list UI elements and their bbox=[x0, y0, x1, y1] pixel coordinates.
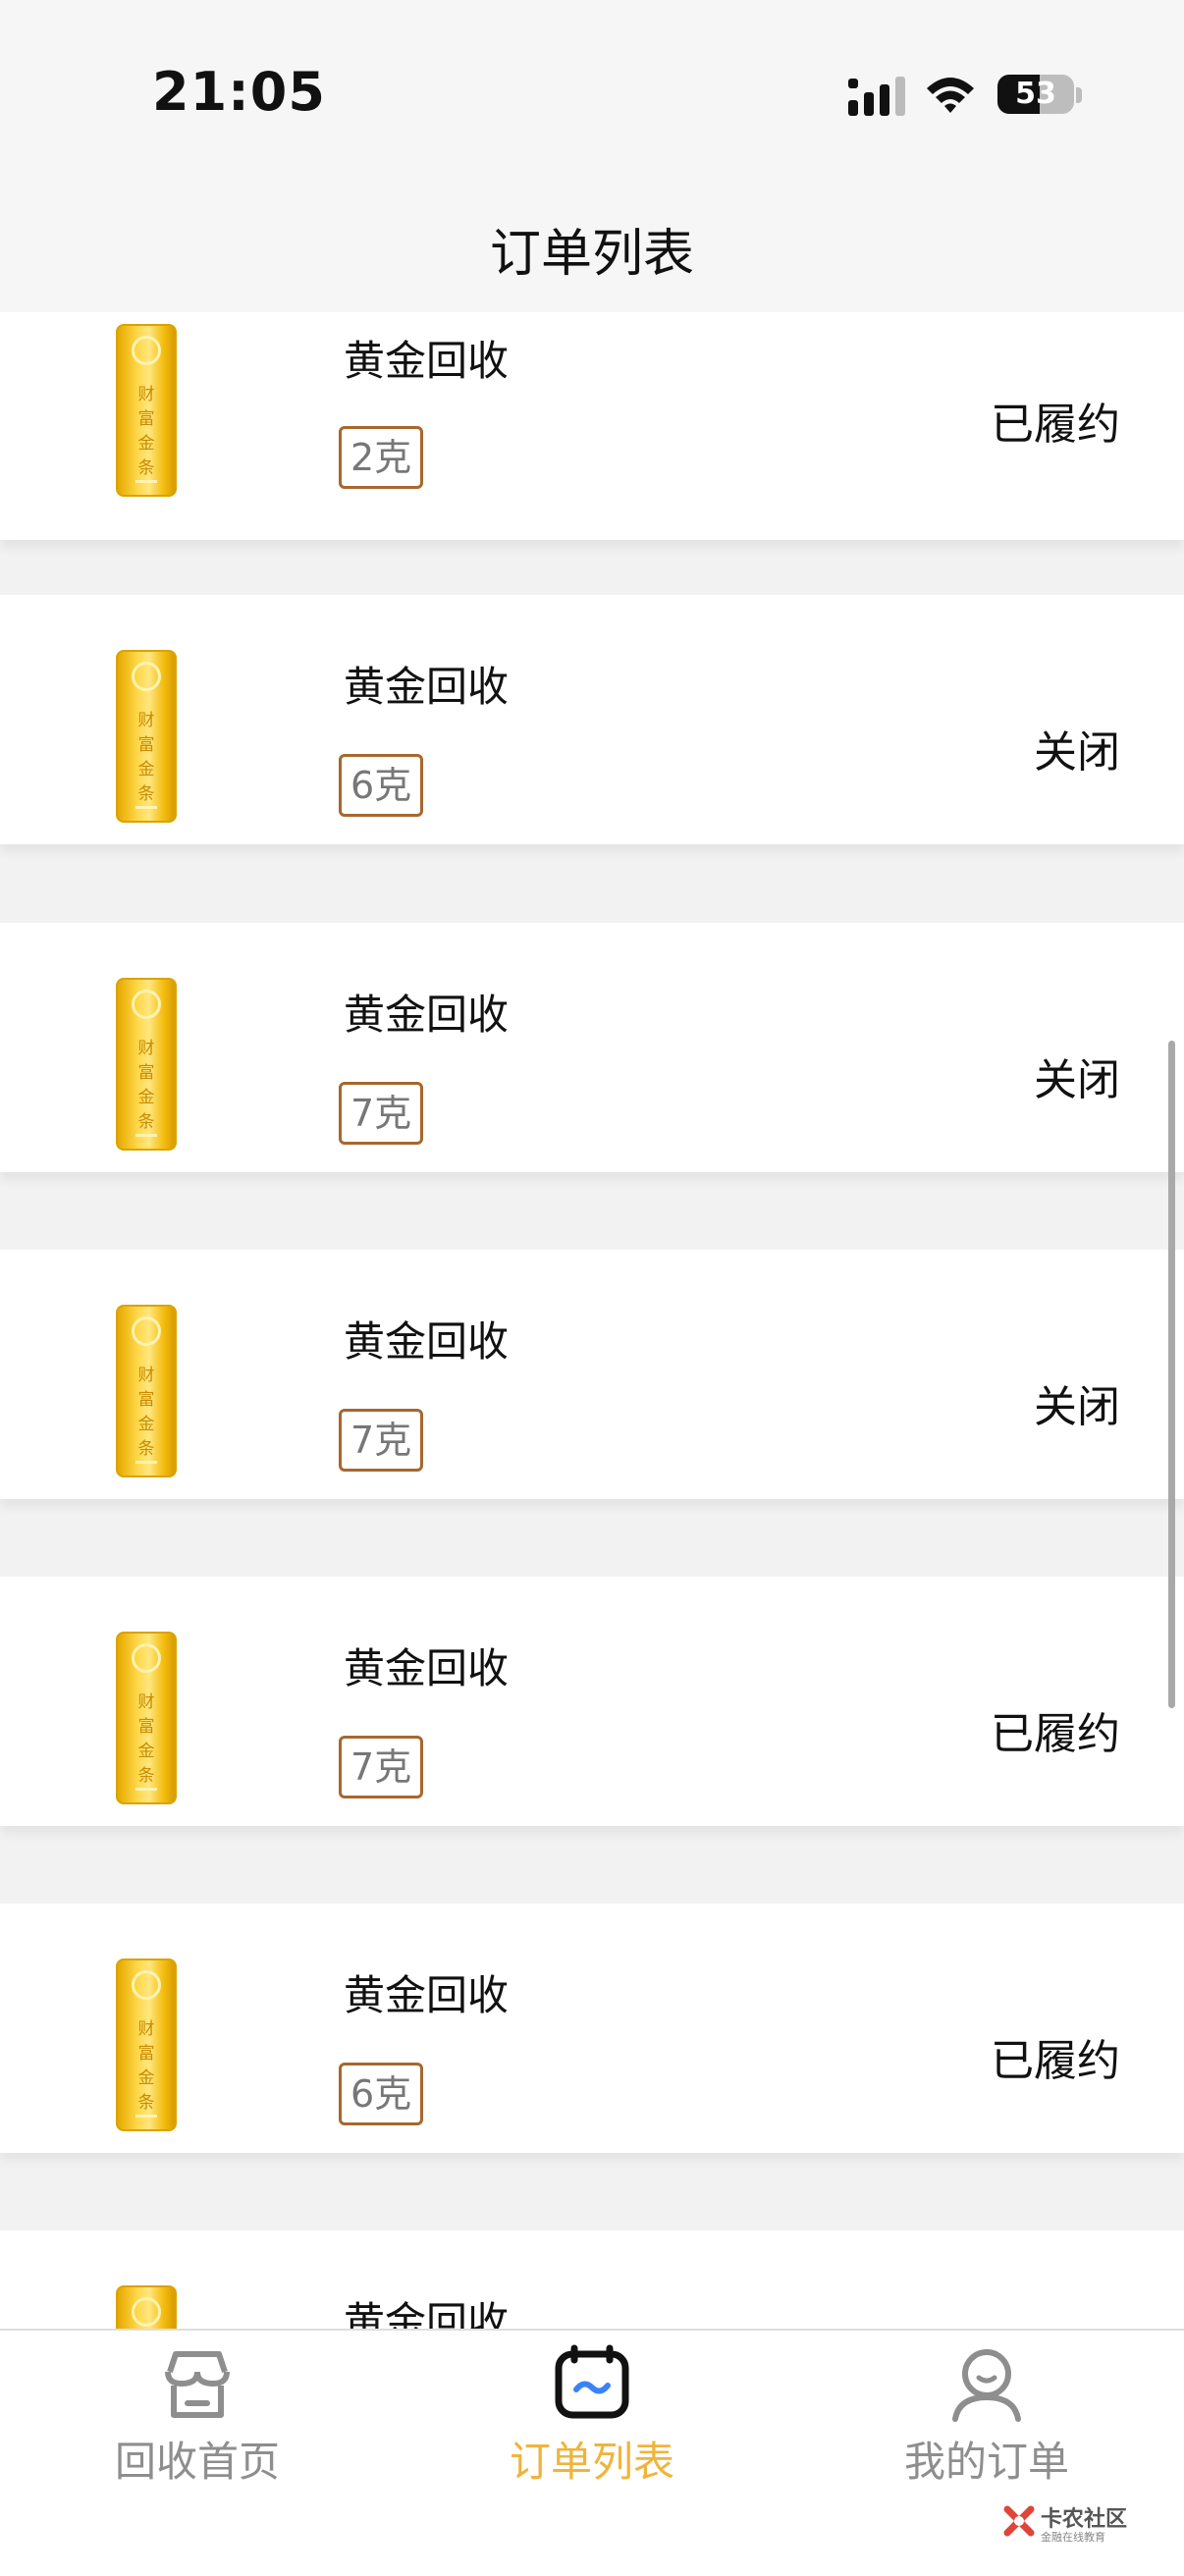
gold-bar-text: 财富金条 bbox=[137, 2019, 155, 2113]
page-title: 订单列表 bbox=[489, 225, 694, 284]
battery-icon: 53 bbox=[997, 75, 1074, 114]
order-title: 黄金回收 bbox=[344, 2298, 510, 2329]
gold-logo-icon bbox=[132, 1643, 161, 1673]
gold-bar-text: 财富金条 bbox=[137, 385, 155, 478]
weight-tag: 6克 bbox=[339, 2063, 424, 2125]
gold-logo-icon bbox=[132, 1316, 161, 1346]
gold-bar-image: 财富金条 bbox=[116, 1305, 177, 1477]
order-status: 已履约 bbox=[991, 1709, 1120, 1759]
tab-label: 我的订单 bbox=[903, 2438, 1069, 2486]
gold-bar-text: 财富金条 bbox=[137, 1366, 155, 1459]
order-title: 黄金回收 bbox=[344, 991, 510, 1039]
order-list[interactable]: 财富金条 黄金回收 2克 已履约 财富金条 黄金回收 6克 关闭 财富金条 黄金… bbox=[0, 312, 1184, 2329]
header: 订单列表 bbox=[0, 187, 1184, 312]
status-bar: 21:05 53 bbox=[0, 0, 1184, 187]
order-title: 黄金回收 bbox=[344, 1317, 510, 1366]
battery-tip bbox=[1076, 87, 1082, 103]
cellular-signal-icon bbox=[848, 77, 905, 116]
order-status: 已履约 bbox=[991, 2036, 1120, 2086]
gold-bar-image: 财富金条 bbox=[116, 324, 177, 497]
weight-tag: 7克 bbox=[339, 1736, 424, 1798]
gold-logo-icon bbox=[132, 2297, 161, 2327]
order-card[interactable]: 财富金条 黄金回收 7克 关闭 bbox=[0, 1250, 1184, 1499]
weight-tag: 7克 bbox=[339, 1409, 424, 1472]
shop-icon bbox=[165, 2351, 230, 2418]
order-status: 关闭 bbox=[1034, 1382, 1120, 1432]
gold-bar-image: 财富金条 bbox=[116, 650, 177, 823]
gold-bar-text: 财富金条 bbox=[137, 1039, 155, 1132]
order-status: 关闭 bbox=[1034, 727, 1120, 778]
gold-logo-icon bbox=[132, 1970, 161, 2000]
order-card[interactable]: 财富金条 黄金回收 bbox=[0, 2230, 1184, 2329]
order-title: 黄金回收 bbox=[344, 663, 510, 711]
battery-level: 53 bbox=[1015, 77, 1056, 111]
calendar-icon bbox=[555, 2344, 629, 2419]
order-status: 关闭 bbox=[1034, 1055, 1120, 1105]
order-card[interactable]: 财富金条 黄金回收 7克 关闭 bbox=[0, 923, 1184, 1172]
tab-order-list[interactable]: 订单列表 bbox=[395, 2331, 789, 2576]
gold-bar-image: 财富金条 bbox=[116, 2285, 177, 2329]
gold-bar-text: 财富金条 bbox=[137, 711, 155, 804]
weight-tag: 7克 bbox=[339, 1082, 424, 1145]
watermark-logo-icon bbox=[1003, 2505, 1035, 2537]
order-card[interactable]: 财富金条 黄金回收 6克 关闭 bbox=[0, 595, 1184, 844]
gold-bar-text: 财富金条 bbox=[137, 1692, 155, 1786]
status-time: 21:05 bbox=[152, 61, 326, 123]
tab-label: 回收首页 bbox=[114, 2438, 280, 2486]
tab-label: 订单列表 bbox=[509, 2438, 674, 2486]
gold-bar-image: 财富金条 bbox=[116, 1632, 177, 1804]
gold-bar-image: 财富金条 bbox=[116, 1959, 177, 2131]
order-title: 黄金回收 bbox=[344, 1644, 510, 1692]
watermark-subtext: 金融在线教育 bbox=[1041, 2531, 1105, 2544]
order-title: 黄金回收 bbox=[344, 337, 510, 385]
gold-bar-image: 财富金条 bbox=[116, 978, 177, 1151]
gold-logo-icon bbox=[132, 336, 161, 365]
wifi-icon bbox=[927, 78, 974, 113]
order-status: 已履约 bbox=[991, 400, 1120, 450]
weight-tag: 6克 bbox=[339, 754, 424, 817]
order-card[interactable]: 财富金条 黄金回收 7克 已履约 bbox=[0, 1577, 1184, 1826]
tab-recycle-home[interactable]: 回收首页 bbox=[0, 2331, 395, 2576]
weight-tag: 2克 bbox=[339, 426, 424, 489]
order-card[interactable]: 财富金条 黄金回收 6克 已履约 bbox=[0, 1904, 1184, 2153]
watermark: 卡农社区 金融在线教育 bbox=[1003, 2501, 1131, 2545]
gold-logo-icon bbox=[132, 662, 161, 691]
scrollbar[interactable] bbox=[1168, 1041, 1175, 1708]
person-icon bbox=[952, 2349, 1021, 2422]
order-title: 黄金回收 bbox=[344, 1971, 510, 2019]
gold-logo-icon bbox=[132, 990, 161, 1019]
order-card[interactable]: 财富金条 黄金回收 2克 已履约 bbox=[0, 312, 1184, 540]
